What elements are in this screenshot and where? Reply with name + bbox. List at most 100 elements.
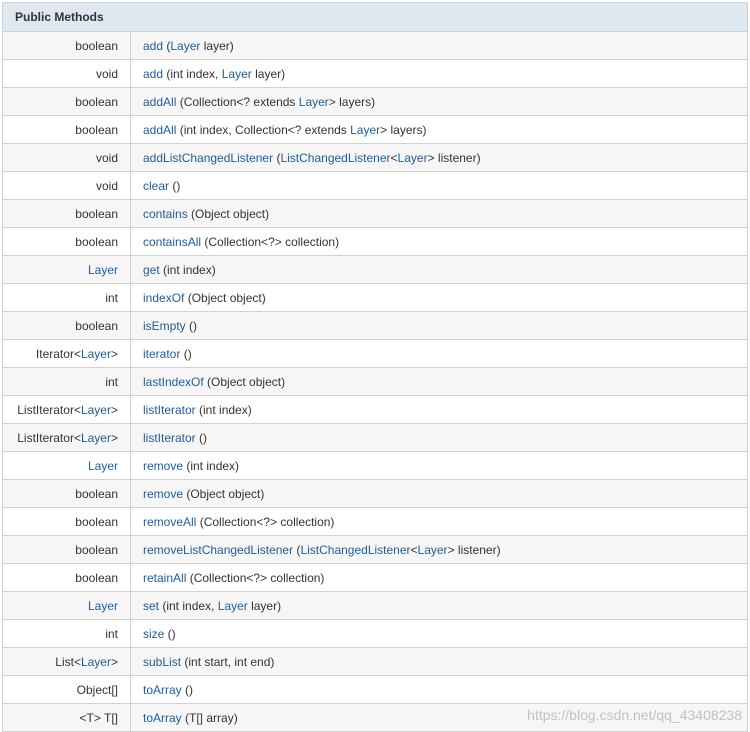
method-signature-cell: listIterator (int index): [131, 396, 748, 424]
signature-text: (): [180, 347, 191, 361]
return-type-cell: boolean: [3, 564, 131, 592]
return-type-cell: void: [3, 60, 131, 88]
type-link[interactable]: Layer: [222, 67, 252, 81]
return-type-cell: Layer: [3, 592, 131, 620]
method-name-link[interactable]: listIterator: [143, 431, 196, 445]
method-name-link[interactable]: addAll: [143, 95, 176, 109]
method-name-link[interactable]: retainAll: [143, 571, 186, 585]
return-type-text: <T> T[]: [80, 711, 118, 725]
type-link[interactable]: ListChangedListener: [280, 151, 390, 165]
type-link[interactable]: Layer: [350, 123, 380, 137]
method-name-link[interactable]: size: [143, 627, 164, 641]
method-name-link[interactable]: containsAll: [143, 235, 201, 249]
return-type-text: boolean: [75, 39, 118, 53]
type-link[interactable]: Layer: [88, 459, 118, 473]
table-row: boolean containsAll (Collection<?> collec…: [3, 228, 748, 256]
type-link[interactable]: Layer: [88, 263, 118, 277]
return-type-cell: boolean: [3, 312, 131, 340]
method-name-link[interactable]: toArray: [143, 683, 182, 697]
type-link[interactable]: Layer: [81, 347, 111, 361]
table-row: ListIterator<Layer> listIterator (): [3, 424, 748, 452]
method-name-link[interactable]: add: [143, 67, 163, 81]
return-type-text: boolean: [75, 235, 118, 249]
signature-text: layer): [200, 39, 233, 53]
return-type-text: ListIterator<: [17, 403, 81, 417]
method-signature-cell: get (int index): [131, 256, 748, 284]
return-type-text: ListIterator<: [17, 431, 81, 445]
method-name-link[interactable]: get: [143, 263, 160, 277]
table-row: Layer get (int index): [3, 256, 748, 284]
public-methods-panel: Public Methods booleanadd (Layer layer)v…: [2, 2, 747, 732]
method-name-link[interactable]: removeAll: [143, 515, 196, 529]
type-link[interactable]: Layer: [218, 599, 248, 613]
return-type-cell: int: [3, 284, 131, 312]
method-name-link[interactable]: clear: [143, 179, 169, 193]
method-name-link[interactable]: lastIndexOf: [143, 375, 204, 389]
type-link[interactable]: Layer: [398, 151, 428, 165]
method-name-link[interactable]: add: [143, 39, 163, 53]
method-signature-cell: remove (int index): [131, 452, 748, 480]
return-type-cell: Layer: [3, 256, 131, 284]
signature-text: (int start, int end): [181, 655, 274, 669]
method-name-link[interactable]: addListChangedListener: [143, 151, 273, 165]
table-row: boolean addAll (int index, Collection<? e…: [3, 116, 748, 144]
table-header-row: Public Methods: [3, 3, 748, 32]
method-signature-cell: clear (): [131, 172, 748, 200]
return-type-text: >: [111, 655, 118, 669]
method-signature-cell: contains (Object object): [131, 200, 748, 228]
return-type-cell: int: [3, 368, 131, 396]
signature-text: (int index): [160, 263, 216, 277]
table-row: Iterator<Layer>iterator (): [3, 340, 748, 368]
method-signature-cell: containsAll (Collection<?> collection): [131, 228, 748, 256]
table-title: Public Methods: [3, 3, 748, 32]
method-name-link[interactable]: set: [143, 599, 159, 613]
return-type-cell: boolean: [3, 480, 131, 508]
method-signature-cell: toArray (): [131, 676, 748, 704]
method-name-link[interactable]: remove: [143, 487, 183, 501]
return-type-text: int: [105, 291, 118, 305]
return-type-cell: boolean: [3, 88, 131, 116]
method-signature-cell: lastIndexOf (Object object): [131, 368, 748, 396]
method-name-link[interactable]: contains: [143, 207, 188, 221]
method-name-link[interactable]: toArray: [143, 711, 182, 725]
method-signature-cell: remove (Object object): [131, 480, 748, 508]
method-signature-cell: indexOf (Object object): [131, 284, 748, 312]
signature-text: (Collection<? extends: [176, 95, 298, 109]
type-link[interactable]: ListChangedListener: [300, 543, 410, 557]
method-name-link[interactable]: remove: [143, 459, 183, 473]
type-link[interactable]: Layer: [170, 39, 200, 53]
return-type-cell: ListIterator<Layer>: [3, 396, 131, 424]
type-link[interactable]: Layer: [418, 543, 448, 557]
type-link[interactable]: Layer: [81, 403, 111, 417]
signature-text: > listener): [428, 151, 481, 165]
type-link[interactable]: Layer: [81, 431, 111, 445]
table-row: booleanaddAll (Collection<? extends Laye…: [3, 88, 748, 116]
method-name-link[interactable]: isEmpty: [143, 319, 186, 333]
return-type-text: boolean: [75, 123, 118, 137]
type-link[interactable]: Layer: [88, 599, 118, 613]
method-signature-cell: add (int index, Layer layer): [131, 60, 748, 88]
return-type-cell: boolean: [3, 32, 131, 60]
return-type-text: void: [96, 151, 118, 165]
signature-text: <: [391, 151, 398, 165]
return-type-text: boolean: [75, 319, 118, 333]
method-signature-cell: addAll (Collection<? extends Layer> laye…: [131, 88, 748, 116]
return-type-text: >: [111, 347, 118, 361]
method-name-link[interactable]: listIterator: [143, 403, 196, 417]
method-name-link[interactable]: indexOf: [143, 291, 184, 305]
method-name-link[interactable]: subList: [143, 655, 181, 669]
method-signature-cell: isEmpty (): [131, 312, 748, 340]
signature-text: layer): [252, 67, 285, 81]
signature-text: (int index, Collection<? extends: [176, 123, 350, 137]
return-type-text: >: [111, 431, 118, 445]
type-link[interactable]: Layer: [299, 95, 329, 109]
method-signature-cell: add (Layer layer): [131, 32, 748, 60]
signature-text: (): [196, 431, 207, 445]
table-row: Object[]toArray (): [3, 676, 748, 704]
method-name-link[interactable]: removeListChangedListener: [143, 543, 293, 557]
type-link[interactable]: Layer: [81, 655, 111, 669]
return-type-text: void: [96, 179, 118, 193]
signature-text: (int index): [196, 403, 252, 417]
method-name-link[interactable]: addAll: [143, 123, 176, 137]
method-name-link[interactable]: iterator: [143, 347, 180, 361]
